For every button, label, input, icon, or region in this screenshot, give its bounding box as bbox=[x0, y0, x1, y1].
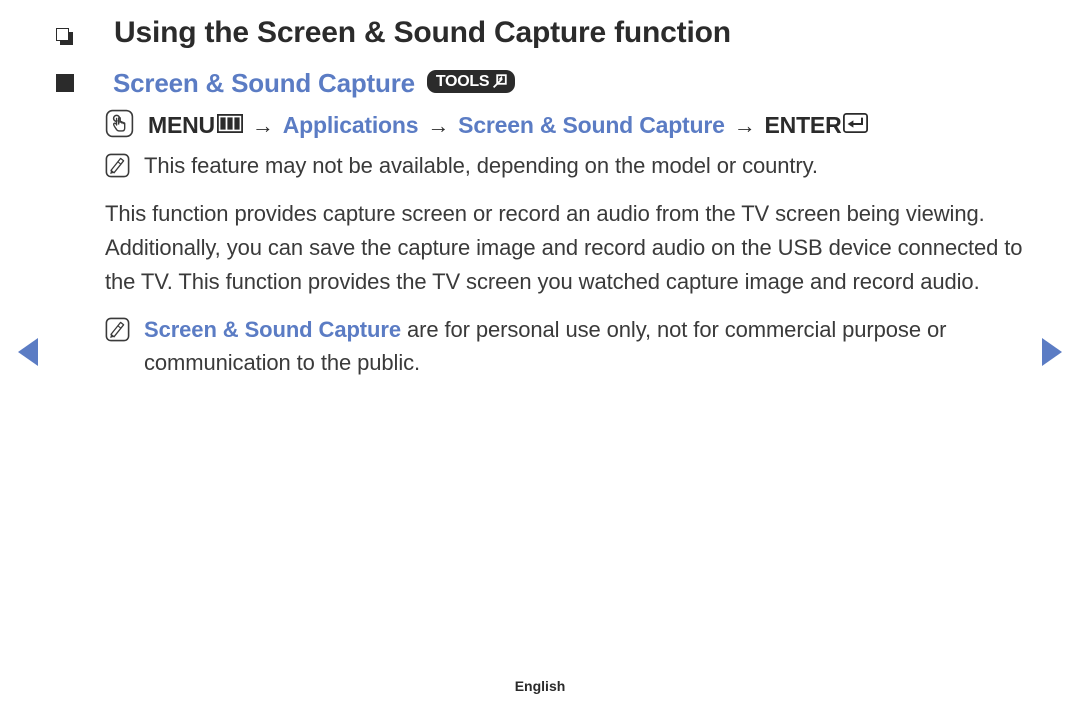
note-bottom-text: Screen & Sound Capture are for personal … bbox=[144, 313, 1024, 379]
menu-bars-icon bbox=[216, 112, 243, 139]
page-title-row: Using the Screen & Sound Capture functio… bbox=[56, 14, 1024, 52]
menu-path-text: MENU → Applications → Screen & Sound Cap… bbox=[148, 112, 869, 139]
menu-path-step4: ENTER bbox=[764, 112, 842, 138]
section-title: Screen & Sound Capture bbox=[113, 67, 415, 98]
menu-path-row: MENU → Applications → Screen & Sound Cap… bbox=[105, 109, 1024, 143]
menu-path-step1: MENU bbox=[148, 112, 215, 138]
tools-badge-label: TOOLS bbox=[435, 72, 490, 90]
note-pencil-icon bbox=[105, 317, 130, 347]
note-bottom-highlight: Screen & Sound Capture bbox=[144, 316, 401, 342]
page-content: Using the Screen & Sound Capture functio… bbox=[56, 14, 1024, 379]
page-title: Using the Screen & Sound Capture functio… bbox=[114, 16, 731, 49]
prev-page-arrow-icon[interactable] bbox=[18, 338, 38, 366]
tools-badge[interactable]: TOOLS bbox=[426, 70, 516, 94]
note-pencil-icon bbox=[105, 153, 130, 183]
menu-path-arrow-2: → bbox=[427, 112, 450, 138]
title-bullet-icon bbox=[56, 28, 73, 45]
menu-path-step2: Applications bbox=[282, 112, 419, 138]
menu-path-arrow-3: → bbox=[733, 112, 756, 138]
section-bullet-icon bbox=[56, 74, 74, 92]
note-row-top: This feature may not be available, depen… bbox=[105, 149, 1024, 183]
section-title-row: Screen & Sound Capture TOOLS bbox=[56, 68, 1024, 99]
section-title-wrap: Screen & Sound Capture TOOLS bbox=[113, 67, 516, 99]
note-row-bottom: Screen & Sound Capture are for personal … bbox=[105, 313, 1024, 379]
menu-path-step3: Screen & Sound Capture bbox=[458, 112, 725, 138]
section-body: MENU → Applications → Screen & Sound Cap… bbox=[105, 109, 1024, 379]
enter-key-icon bbox=[843, 112, 869, 139]
footer-language: English bbox=[514, 678, 566, 694]
next-page-arrow-icon[interactable] bbox=[1042, 338, 1062, 366]
body-paragraph: This function provides capture screen or… bbox=[105, 200, 1023, 294]
hand-press-icon bbox=[105, 109, 134, 143]
tools-arrow-icon bbox=[491, 73, 508, 90]
manual-page: Using the Screen & Sound Capture functio… bbox=[0, 0, 1080, 705]
note-top-text: This feature may not be available, depen… bbox=[144, 152, 818, 178]
menu-path-arrow-1: → bbox=[251, 112, 274, 138]
